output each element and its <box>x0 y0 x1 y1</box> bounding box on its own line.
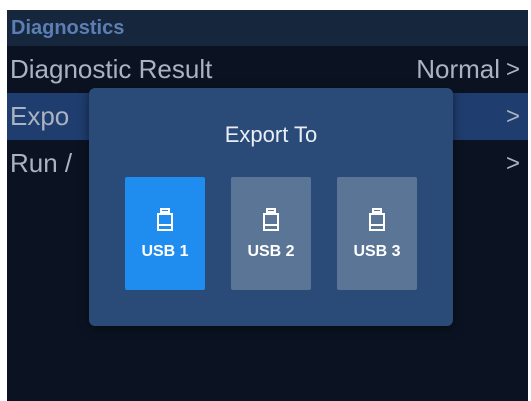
usb-option-3[interactable]: USB 3 <box>337 177 417 290</box>
export-dialog: Export To USB 1 USB 2 USB 3 <box>89 88 453 326</box>
usb-drive-icon <box>263 208 279 231</box>
usb-option-2[interactable]: USB 2 <box>231 177 311 290</box>
usb-drive-icon <box>157 208 173 231</box>
usb-drive-icon <box>369 208 385 231</box>
dialog-title: Export To <box>224 122 318 147</box>
usb-option-label: USB 2 <box>247 243 295 260</box>
usb-option-label: USB 1 <box>141 243 189 260</box>
usb-option-label: USB 3 <box>353 243 401 260</box>
usb-option-1[interactable]: USB 1 <box>125 177 205 290</box>
diagnostics-screen: Diagnostics Diagnostic Result Normal > E… <box>7 10 528 401</box>
